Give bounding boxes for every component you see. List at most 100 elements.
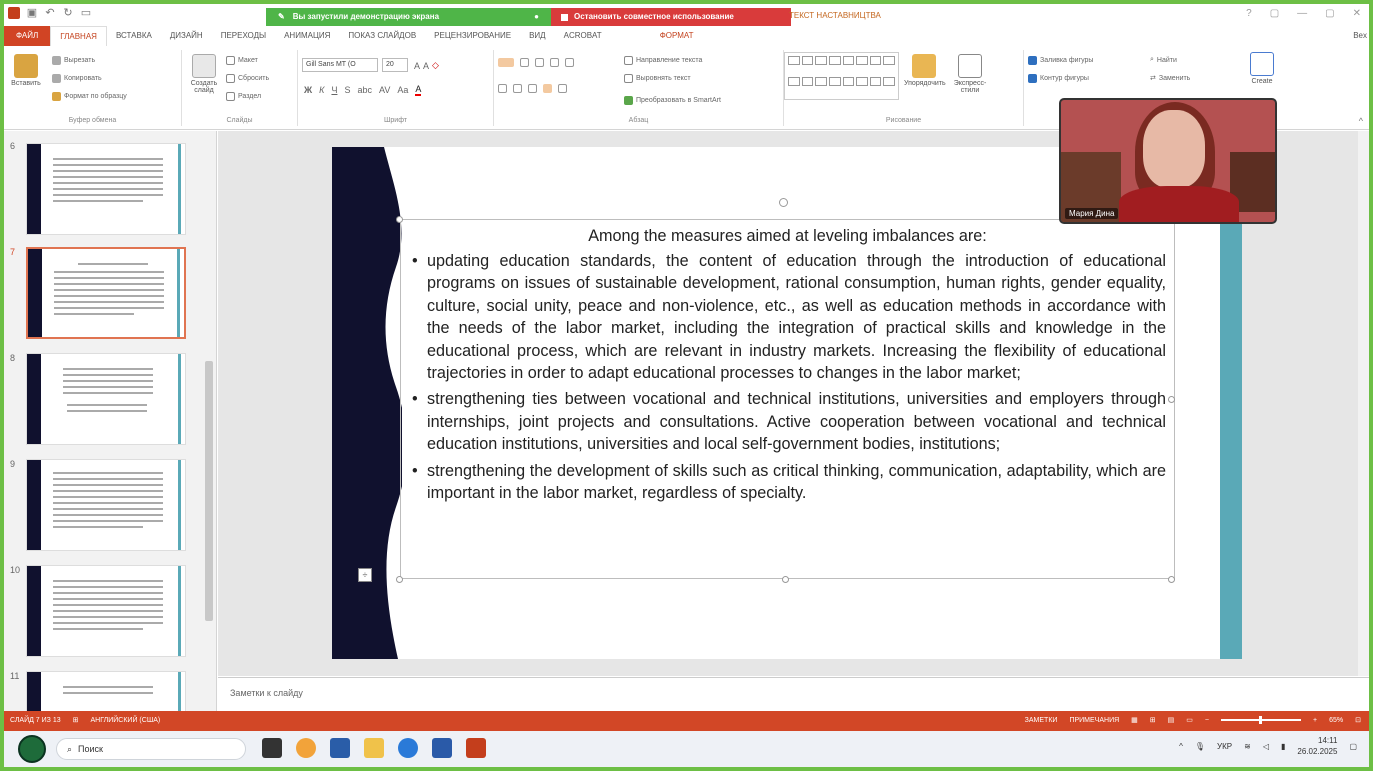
tab-animation[interactable]: АНИМАЦИЯ [275, 26, 339, 46]
microphone-icon[interactable]: 🎙 [1195, 742, 1205, 751]
undo-icon[interactable]: ↶ [44, 7, 56, 19]
redo-icon[interactable]: ↻ [62, 7, 74, 19]
bullets-icon[interactable] [498, 58, 514, 67]
keyboard-language[interactable]: УКР [1217, 742, 1232, 751]
rect-shape-icon[interactable] [828, 56, 841, 65]
oval-shape-icon[interactable] [842, 56, 855, 65]
account-name[interactable]: Bex [1353, 26, 1367, 46]
shape-icon[interactable] [801, 77, 814, 86]
cut-button[interactable]: Вырезать [52, 56, 95, 65]
volume-icon[interactable]: ◁ [1263, 742, 1269, 751]
store-app-icon[interactable] [330, 738, 350, 758]
align-center-icon[interactable] [513, 84, 522, 93]
numbering-icon[interactable] [520, 58, 529, 67]
shapes-gallery[interactable] [784, 52, 899, 100]
line-spacing-icon[interactable] [565, 58, 574, 67]
shape-icon[interactable] [883, 77, 895, 86]
help-icon[interactable]: ? [1246, 8, 1252, 19]
notes-pane[interactable]: Заметки к слайду [218, 677, 1369, 711]
zoom-out-icon[interactable]: − [1205, 717, 1209, 724]
align-text-button[interactable]: Выровнять текст [624, 74, 691, 83]
smartart-button[interactable]: Преобразовать в SmartArt [624, 96, 721, 105]
resize-handle[interactable] [782, 576, 789, 583]
autofit-options-icon[interactable]: ÷ [358, 568, 372, 582]
tab-slideshow[interactable]: ПОКАЗ СЛАЙДОВ [339, 26, 425, 46]
shape-icon[interactable] [842, 77, 855, 86]
tab-home[interactable]: ГЛАВНАЯ [50, 26, 107, 46]
resize-handle[interactable] [1168, 396, 1175, 403]
start-menu-icon[interactable] [18, 735, 46, 763]
taskbar-search[interactable]: ⌕ Поиск [56, 738, 246, 760]
zoom-in-icon[interactable]: + [1313, 717, 1317, 724]
rectangle-shape-icon[interactable] [788, 56, 800, 65]
word-app-icon[interactable] [432, 738, 452, 758]
start-from-beginning-icon[interactable]: ▭ [80, 7, 92, 19]
editor-scrollbar[interactable] [1358, 131, 1369, 676]
shape-icon[interactable] [856, 77, 868, 86]
align-right-icon[interactable] [528, 84, 537, 93]
underline-icon[interactable]: Ч [331, 85, 337, 95]
tab-review[interactable]: РЕЦЕНЗИРОВАНИЕ [425, 26, 520, 46]
tray-expand-icon[interactable]: ^ [1179, 742, 1183, 751]
shape-fill-button[interactable]: Заливка фигуры [1028, 56, 1093, 65]
collapse-ribbon-icon[interactable]: ^ [1359, 116, 1363, 126]
case-icon[interactable]: Aa [397, 85, 408, 95]
zoom-slider[interactable] [1221, 716, 1302, 724]
notes-toggle[interactable]: ЗАМЕТКИ [1025, 717, 1058, 724]
slideshow-icon[interactable]: ▭ [1186, 716, 1193, 724]
comments-toggle[interactable]: ПРИМЕЧАНИЯ [1069, 717, 1119, 724]
grow-font-icon[interactable]: A [414, 61, 420, 71]
section-button[interactable]: Раздел [226, 92, 261, 101]
create-pdf-button[interactable]: Create [1244, 52, 1280, 85]
find-button[interactable]: ⌕ Найти [1150, 56, 1177, 64]
rotation-handle[interactable] [779, 198, 788, 207]
increase-indent-icon[interactable] [550, 58, 559, 67]
bold-icon[interactable]: Ж [304, 85, 312, 95]
file-explorer-icon[interactable] [364, 738, 384, 758]
minimize-icon[interactable]: — [1297, 8, 1307, 19]
quick-styles-button[interactable]: Экспресс-стили [948, 54, 992, 94]
copy-button[interactable]: Копировать [52, 74, 102, 83]
restore-ribbon-icon[interactable]: ▢ [1270, 8, 1279, 19]
paste-button[interactable]: Вставить [8, 54, 44, 87]
shadow-icon[interactable]: S [344, 85, 350, 95]
more-shapes-icon[interactable] [883, 56, 895, 65]
zoom-slider-knob[interactable] [1259, 716, 1263, 724]
participant-video-overlay[interactable]: Мария Дина [1059, 98, 1277, 224]
slide-thumbnail-selected[interactable] [26, 247, 186, 339]
tab-transitions[interactable]: ПЕРЕХОДЫ [212, 26, 275, 46]
format-painter-button[interactable]: Формат по образцу [52, 92, 127, 101]
decrease-indent-icon[interactable] [535, 58, 544, 67]
shrink-font-icon[interactable]: A [423, 61, 429, 71]
slide-thumbnail[interactable] [26, 565, 186, 657]
slide-thumbnail[interactable] [26, 143, 186, 235]
shape-icon[interactable] [828, 77, 841, 86]
powerpoint-app-icon[interactable] [466, 738, 486, 758]
stop-share-button[interactable]: Остановить совместное использование [551, 8, 791, 26]
paint-app-icon[interactable] [296, 738, 316, 758]
reading-view-icon[interactable]: ▤ [1168, 716, 1175, 724]
tab-acrobat[interactable]: ACROBAT [555, 26, 611, 46]
shape-outline-button[interactable]: Контур фигуры [1028, 74, 1089, 83]
tab-design[interactable]: ДИЗАЙН [161, 26, 212, 46]
font-color-icon[interactable]: A [415, 84, 422, 96]
task-view-icon[interactable] [262, 738, 282, 758]
rounded-shape-icon[interactable] [856, 56, 868, 65]
tab-view[interactable]: ВИД [520, 26, 555, 46]
clock[interactable]: 14:11 26.02.2025 [1297, 735, 1337, 757]
italic-icon[interactable]: К [319, 85, 324, 95]
normal-view-icon[interactable]: ▦ [1131, 716, 1138, 724]
notifications-icon[interactable]: ▢ [1349, 742, 1357, 751]
arrow-shape-icon[interactable] [815, 56, 827, 65]
shape-icon[interactable] [869, 77, 882, 86]
clear-format-icon[interactable]: ◇ [432, 60, 439, 71]
font-name-select[interactable]: Gill Sans MT (O [302, 58, 378, 72]
strikethrough-icon[interactable]: abc [357, 85, 372, 95]
resize-handle[interactable] [1168, 576, 1175, 583]
zoom-app-icon[interactable] [398, 738, 418, 758]
font-size-select[interactable]: 20 [382, 58, 408, 72]
maximize-icon[interactable]: ▢ [1325, 8, 1334, 19]
tab-insert[interactable]: ВСТАВКА [107, 26, 161, 46]
columns-icon[interactable] [558, 84, 567, 93]
fit-to-window-icon[interactable]: ⊡ [1355, 716, 1361, 724]
